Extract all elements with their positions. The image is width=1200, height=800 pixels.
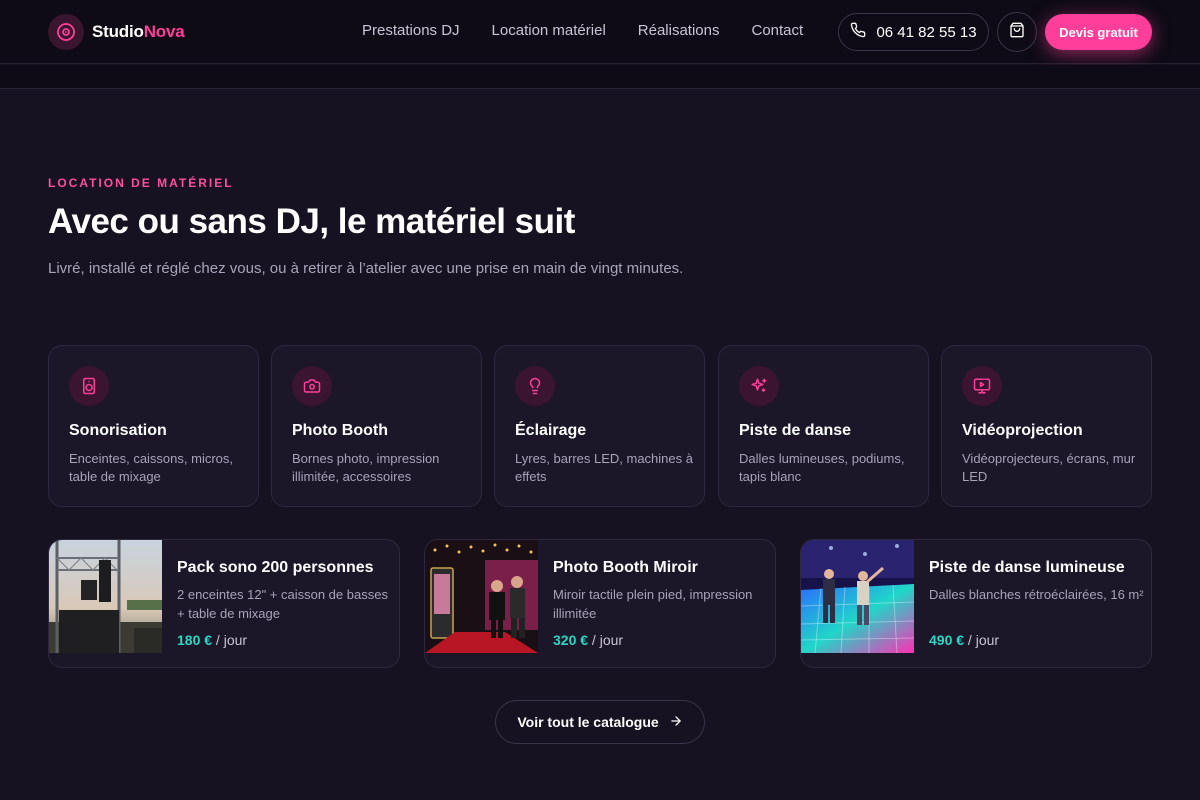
cart-button[interactable]: [997, 12, 1037, 52]
logo-text-first: Studio: [92, 22, 144, 41]
logo[interactable]: StudioNova: [48, 14, 185, 50]
lightbulb-icon: [515, 366, 555, 406]
arrow-right-icon: [669, 714, 683, 731]
category-title: Éclairage: [515, 422, 587, 439]
product-title: Photo Booth Miroir: [553, 559, 698, 576]
free-quote-button[interactable]: Devis gratuit: [1045, 14, 1152, 50]
phone-number: 06 41 82 55 13: [876, 23, 977, 41]
logo-text: StudioNova: [92, 22, 185, 42]
nav-link-contact[interactable]: Contact: [752, 22, 804, 39]
category-description: Dalles lumineuses, podiums, tapis blanc: [739, 451, 905, 484]
section-title: Avec ou sans DJ, le matériel suit: [48, 202, 575, 241]
view-catalogue-label: Voir tout le catalogue: [517, 714, 659, 730]
category-title: Piste de danse: [739, 422, 852, 439]
product-card-pack-sono[interactable]: Pack sono 200 personnes 2 enceintes 12" …: [48, 539, 400, 668]
view-catalogue-button[interactable]: Voir tout le catalogue: [495, 700, 705, 744]
price-amount: 320 €: [553, 632, 589, 648]
sparkles-icon: [739, 366, 779, 406]
category-card-piste-de-danse[interactable]: Piste de danse Dalles lumineuses, podium…: [718, 345, 929, 507]
nav-link-location-materiel[interactable]: Location matériel: [492, 22, 606, 39]
phone-button[interactable]: 06 41 82 55 13: [838, 13, 989, 51]
category-description: Vidéoprojecteurs, écrans, mur LED: [962, 451, 1136, 484]
product-image-led-dance-floor: [801, 540, 915, 654]
phone-icon: [850, 22, 866, 42]
camera-icon: [292, 366, 332, 406]
product-description: Dalles blanches rétroéclairées, 16 m²: [929, 587, 1144, 602]
nav-link-prestations-dj[interactable]: Prestations DJ: [362, 22, 460, 39]
screen-play-icon: [962, 366, 1002, 406]
category-card-eclairage[interactable]: Éclairage Lyres, barres LED, machines à …: [494, 345, 705, 507]
product-title: Piste de danse lumineuse: [929, 559, 1125, 576]
main-nav: Prestations DJ Location matériel Réalisa…: [362, 22, 803, 39]
section-eyebrow: LOCATION DE MATÉRIEL: [48, 176, 234, 190]
category-title: Photo Booth: [292, 422, 388, 439]
header-subbar: [0, 65, 1200, 89]
category-description: Bornes photo, impression illimitée, acce…: [292, 451, 440, 484]
price-amount: 490 €: [929, 632, 965, 648]
product-description: Miroir tactile plein pied, impression il…: [553, 587, 753, 621]
section-lead: Livré, installé et réglé chez vous, ou à…: [48, 260, 684, 277]
product-price: 180 € / jour: [177, 632, 247, 648]
category-card-photo-booth[interactable]: Photo Booth Bornes photo, impression ill…: [271, 345, 482, 507]
price-unit: / jour: [964, 632, 1000, 648]
category-card-videoprojection[interactable]: Vidéoprojection Vidéoprojecteurs, écrans…: [941, 345, 1152, 507]
price-unit: / jour: [212, 632, 248, 648]
site-header: StudioNova Prestations DJ Location matér…: [0, 0, 1200, 64]
category-title: Vidéoprojection: [962, 422, 1083, 439]
product-price: 490 € / jour: [929, 632, 999, 648]
speaker-icon: [69, 366, 109, 406]
product-card-piste-de-danse-lumineuse[interactable]: Piste de danse lumineuse Dalles blanches…: [800, 539, 1152, 668]
product-price: 320 € / jour: [553, 632, 623, 648]
category-description: Enceintes, caissons, micros, table de mi…: [69, 451, 234, 484]
product-title: Pack sono 200 personnes: [177, 559, 374, 576]
category-description: Lyres, barres LED, machines à effets: [515, 451, 693, 484]
product-image-photo-booth: [425, 540, 538, 653]
product-description: 2 enceintes 12" + caisson de basses + ta…: [177, 587, 388, 621]
price-unit: / jour: [588, 632, 624, 648]
logo-text-accent: Nova: [143, 22, 185, 41]
product-image-sound-system: [49, 540, 162, 653]
vinyl-disc-icon: [48, 14, 84, 50]
shopping-bag-icon: [1009, 22, 1025, 43]
category-card-sonorisation[interactable]: Sonorisation Enceintes, caissons, micros…: [48, 345, 259, 507]
price-amount: 180 €: [177, 632, 213, 648]
category-title: Sonorisation: [69, 422, 167, 439]
nav-link-realisations[interactable]: Réalisations: [638, 22, 720, 39]
product-card-photo-booth-miroir[interactable]: Photo Booth Miroir Miroir tactile plein …: [424, 539, 776, 668]
